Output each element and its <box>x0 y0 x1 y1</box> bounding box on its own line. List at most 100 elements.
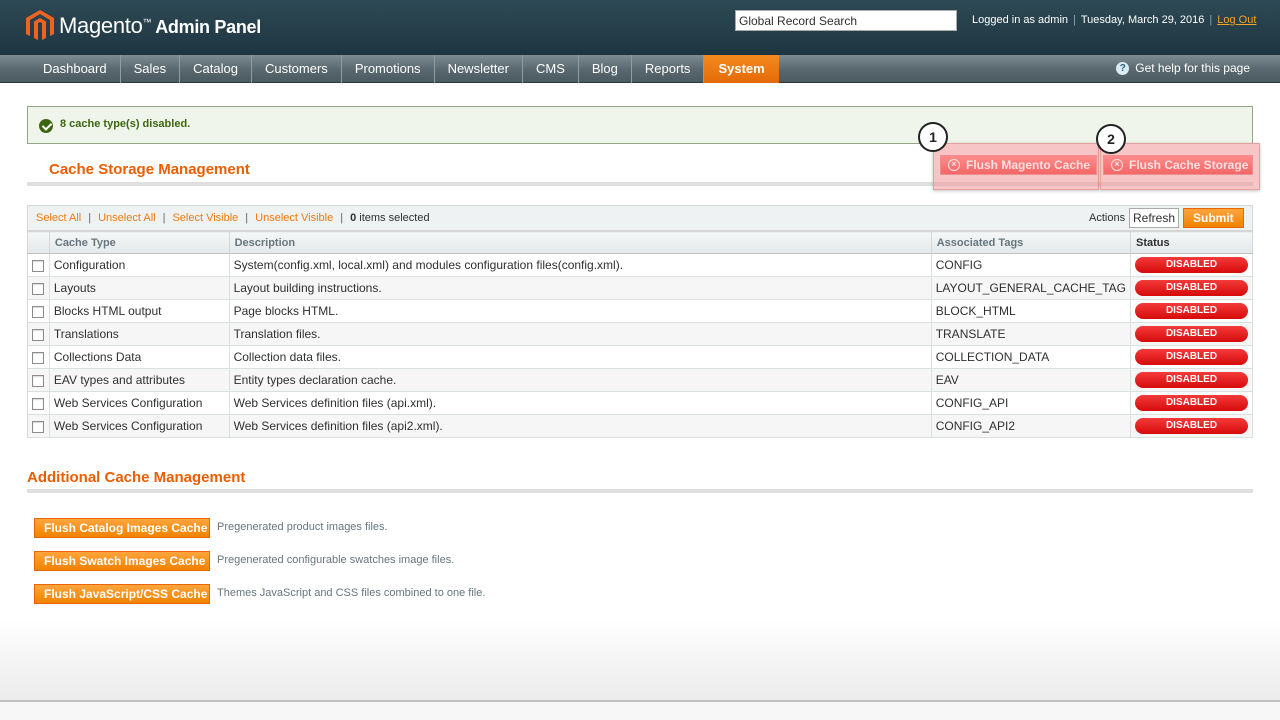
column-header-cache-type[interactable]: Cache Type <box>49 231 230 254</box>
table-row[interactable]: Web Services Configuration Web Services … <box>27 414 1253 438</box>
cancel-circle-icon: × <box>1111 159 1123 171</box>
status-badge: DISABLED <box>1135 349 1248 365</box>
separator: | <box>1209 14 1213 26</box>
header-user-info: Logged in as admin | Tuesday, March 29, 20… <box>972 14 1256 26</box>
description-cell: Entity types declaration cache. <box>229 368 932 392</box>
row-checkbox[interactable] <box>32 420 45 433</box>
nav-item-promotions[interactable]: Promotions <box>342 55 435 83</box>
status-cell: DISABLED <box>1130 345 1253 369</box>
magento-logo-icon <box>26 10 54 40</box>
cache-type-cell: Collections Data <box>49 345 230 369</box>
table-row[interactable]: Translations Translation files. TRANSLAT… <box>27 322 1253 346</box>
row-checkbox[interactable] <box>32 305 45 318</box>
selected-count-label: items selected <box>356 212 430 224</box>
table-row[interactable]: Configuration System(config.xml, local.x… <box>27 253 1253 277</box>
flush-catalog-images-button[interactable]: Flush Catalog Images Cache <box>34 518 210 538</box>
grid-header-row: Cache Type Description Associated Tags S… <box>27 231 1253 254</box>
help-link[interactable]: ? Get help for this page <box>1116 61 1250 75</box>
row-checkbox[interactable] <box>32 374 45 387</box>
select-all-link[interactable]: Select All <box>36 212 81 224</box>
nav-item-sales[interactable]: Sales <box>121 55 181 83</box>
massaction-links: Select All | Unselect All | Select Visible | U… <box>36 212 430 224</box>
actions-select[interactable]: Refresh <box>1129 208 1179 228</box>
page-title: Cache Storage Management <box>49 161 250 178</box>
table-row[interactable]: EAV types and attributes Entity types de… <box>27 368 1253 392</box>
separator: | <box>1073 14 1076 26</box>
separator: | <box>245 212 249 224</box>
status-cell: DISABLED <box>1130 276 1253 300</box>
unselect-visible-link[interactable]: Unselect Visible <box>255 212 333 224</box>
row-checkbox[interactable] <box>32 351 45 364</box>
checkbox-column-header <box>27 231 50 254</box>
row-checkbox-cell <box>27 391 50 415</box>
logo-text: Magento™ Admin Panel <box>59 13 261 38</box>
table-row[interactable]: Blocks HTML output Page blocks HTML. BLO… <box>27 299 1253 323</box>
nav-item-newsletter[interactable]: Newsletter <box>435 55 523 83</box>
success-message-text: 8 cache type(s) disabled. <box>60 118 191 130</box>
status-cell: DISABLED <box>1130 253 1253 277</box>
global-search-input[interactable] <box>735 10 957 31</box>
select-visible-link[interactable]: Select Visible <box>172 212 238 224</box>
column-header-description[interactable]: Description <box>229 231 932 254</box>
description-cell: System(config.xml, local.xml) and module… <box>229 253 932 277</box>
nav-item-reports[interactable]: Reports <box>632 55 705 83</box>
massaction-bar: Select All | Unselect All | Select Visible | U… <box>27 205 1253 231</box>
status-badge: DISABLED <box>1135 257 1248 273</box>
table-row[interactable]: Web Services Configuration Web Services … <box>27 391 1253 415</box>
status-badge: DISABLED <box>1135 372 1248 388</box>
admin-header: Magento™Admin Panel Logged in as admin | T… <box>0 0 1280 55</box>
logged-in-text: Logged in as admin <box>972 14 1069 26</box>
nav-item-customers[interactable]: Customers <box>252 55 342 83</box>
tags-cell: BLOCK_HTML <box>931 299 1132 323</box>
row-checkbox-cell <box>27 322 50 346</box>
status-badge: DISABLED <box>1135 303 1248 319</box>
table-row[interactable]: Collections Data Collection data files. … <box>27 345 1253 369</box>
flush-swatch-images-button[interactable]: Flush Swatch Images Cache <box>34 551 210 571</box>
row-checkbox[interactable] <box>32 259 45 272</box>
status-cell: DISABLED <box>1130 368 1253 392</box>
flush-javascript-css-button[interactable]: Flush JavaScript/CSS Cache <box>34 584 210 604</box>
separator: | <box>162 212 166 224</box>
additional-cache-title: Additional Cache Management <box>27 469 246 486</box>
status-cell: DISABLED <box>1130 299 1253 323</box>
tags-cell: COLLECTION_DATA <box>931 345 1132 369</box>
javascript-css-description: Themes JavaScript and CSS files combined… <box>217 587 486 599</box>
callout-number-2: 2 <box>1096 124 1126 154</box>
row-checkbox-cell <box>27 345 50 369</box>
status-badge: DISABLED <box>1135 280 1248 296</box>
nav-item-system[interactable]: System <box>704 55 779 83</box>
cache-type-cell: Web Services Configuration <box>49 391 230 415</box>
magento-logo[interactable]: Magento™ Admin Panel <box>26 10 261 42</box>
row-checkbox[interactable] <box>32 397 45 410</box>
row-checkbox-cell <box>27 253 50 277</box>
submit-button[interactable]: Submit <box>1183 208 1244 228</box>
status-cell: DISABLED <box>1130 391 1253 415</box>
logout-link[interactable]: Log Out <box>1217 14 1256 26</box>
nav-item-cms[interactable]: CMS <box>523 55 579 83</box>
tags-cell: CONFIG_API2 <box>931 414 1132 438</box>
swatch-images-description: Pregenerated configurable swatches image… <box>217 554 455 566</box>
description-cell: Page blocks HTML. <box>229 299 932 323</box>
table-row[interactable]: Layouts Layout building instructions. LA… <box>27 276 1253 300</box>
nav-item-blog[interactable]: Blog <box>579 55 632 83</box>
unselect-all-link[interactable]: Unselect All <box>98 212 155 224</box>
nav-item-catalog[interactable]: Catalog <box>180 55 252 83</box>
row-checkbox[interactable] <box>32 282 45 295</box>
description-cell: Layout building instructions. <box>229 276 932 300</box>
status-badge: DISABLED <box>1135 326 1248 342</box>
row-checkbox[interactable] <box>32 328 45 341</box>
row-checkbox-cell <box>27 368 50 392</box>
tags-cell: CONFIG <box>931 253 1132 277</box>
success-message: 8 cache type(s) disabled. <box>27 106 1253 144</box>
flush-cache-storage-button[interactable]: × Flush Cache Storage <box>1103 155 1253 175</box>
cancel-circle-icon: × <box>948 159 960 171</box>
help-icon: ? <box>1116 61 1130 75</box>
column-header-status[interactable]: Status <box>1130 231 1253 254</box>
tags-cell: EAV <box>931 368 1132 392</box>
flush-magento-cache-label: Flush Magento Cache <box>966 158 1091 172</box>
current-date: Tuesday, March 29, 2016 <box>1080 14 1205 26</box>
nav-item-dashboard[interactable]: Dashboard <box>30 55 121 83</box>
flush-magento-cache-button[interactable]: × Flush Magento Cache <box>940 155 1097 175</box>
description-cell: Web Services definition files (api.xml). <box>229 391 932 415</box>
column-header-associated-tags[interactable]: Associated Tags <box>931 231 1132 254</box>
